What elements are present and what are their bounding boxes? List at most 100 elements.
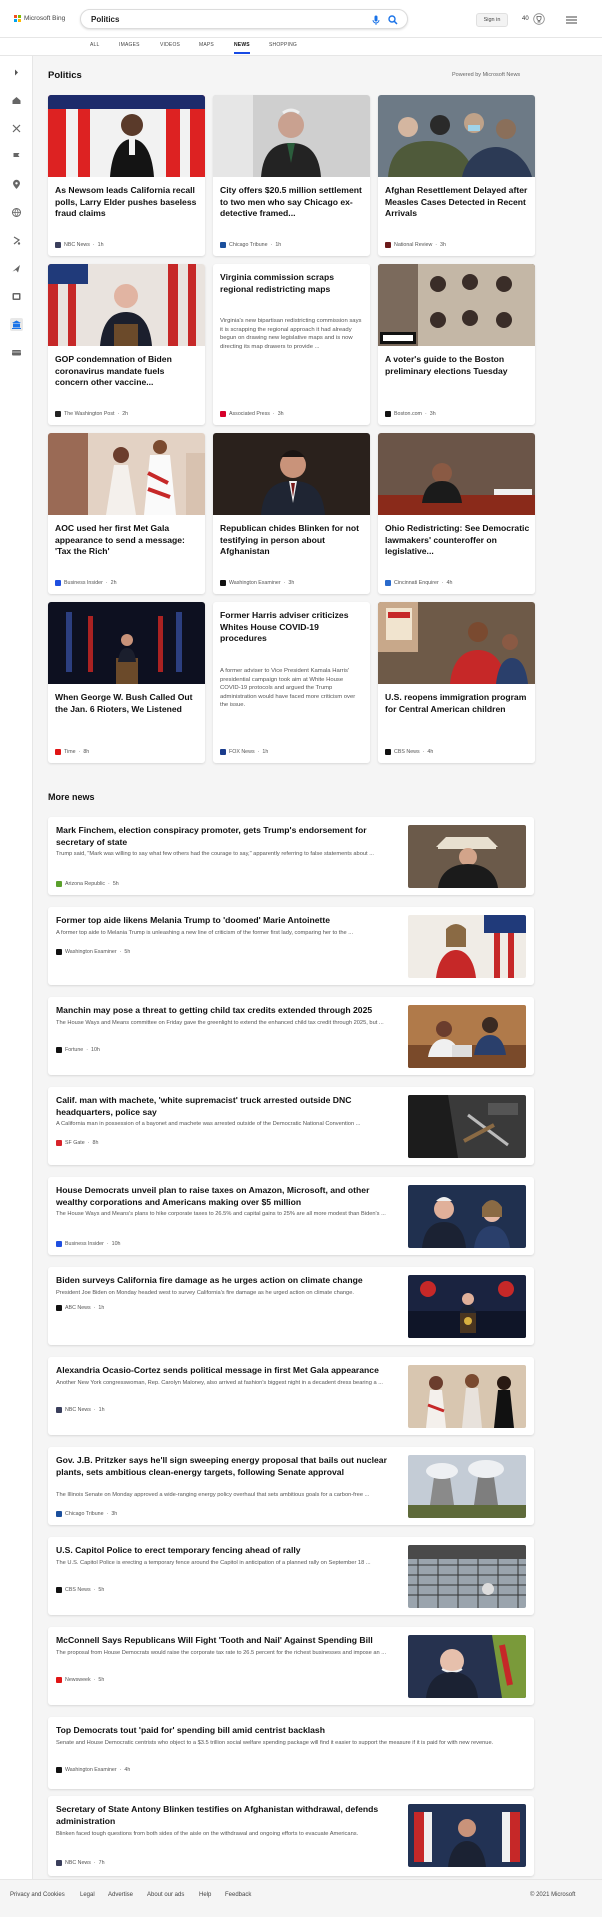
sports-icon[interactable] [10, 122, 23, 135]
row-source: Washington Examiner · 5h [56, 949, 130, 955]
tab-maps[interactable]: MAPS [199, 42, 214, 48]
card-title[interactable]: As Newsom leads California recall polls,… [55, 185, 200, 220]
card-title[interactable]: Republican chides Blinken for not testif… [220, 523, 365, 558]
search-icon[interactable] [388, 15, 398, 25]
news-row[interactable]: House Democrats unveil plan to raise tax… [48, 1177, 534, 1255]
tab-images[interactable]: IMAGES [119, 42, 140, 48]
footer-link-legal[interactable]: Legal [80, 1892, 95, 1898]
news-row[interactable]: Calif. man with machete, 'white supremac… [48, 1087, 534, 1165]
news-row[interactable]: Mark Finchem, election conspiracy promot… [48, 817, 534, 895]
microsoft-logo-icon [14, 15, 21, 22]
cbs-news-icon [385, 749, 391, 755]
row-source: NBC News · 7h [56, 1860, 105, 1866]
tab-videos[interactable]: VIDEOS [160, 42, 180, 48]
collapse-icon[interactable] [10, 66, 23, 79]
card-title[interactable]: Virginia commission scraps regional redi… [220, 272, 365, 295]
rewards-trophy-icon[interactable] [533, 13, 545, 25]
row-title[interactable]: Gov. J.B. Pritzker says he'll sign sweep… [56, 1455, 401, 1478]
news-card[interactable]: Afghan Resettlement Delayed after Measle… [378, 95, 535, 256]
news-row[interactable]: Biden surveys California fire damage as … [48, 1267, 534, 1345]
tab-news[interactable]: NEWS [234, 42, 250, 54]
money-icon[interactable] [10, 234, 23, 247]
row-title[interactable]: Mark Finchem, election conspiracy promot… [56, 825, 401, 848]
card-title[interactable]: Ohio Redistricting: See Democratic lawma… [385, 523, 530, 558]
row-title[interactable]: Calif. man with machete, 'white supremac… [56, 1095, 401, 1118]
row-description: Another New York congresswoman, Rep. Car… [56, 1380, 383, 1386]
row-image-blinken-testifies [408, 1804, 526, 1867]
news-card[interactable]: AOC used her first Met Gala appearance t… [48, 433, 205, 594]
card-source: The Washington Post · 2h [55, 411, 128, 417]
ap-icon [220, 411, 226, 417]
search-box[interactable]: Politics [80, 9, 408, 29]
news-row[interactable]: Top Democrats tout 'paid for' spending b… [48, 1717, 534, 1789]
card-source: Time · 8h [55, 749, 89, 755]
tab-shopping[interactable]: SHOPPING [269, 42, 297, 48]
chicago-tribune-icon [220, 242, 226, 248]
card-title[interactable]: When George W. Bush Called Out the Jan. … [55, 692, 200, 715]
flag-icon[interactable] [10, 150, 23, 163]
card-title[interactable]: A voter's guide to the Boston preliminar… [385, 354, 530, 377]
row-description: The House Ways and Means's plans to hike… [56, 1211, 386, 1217]
rewards-points[interactable]: 40 [522, 16, 529, 22]
row-title[interactable]: Manchin may pose a threat to getting chi… [56, 1005, 401, 1017]
news-image-bush [48, 602, 205, 684]
travel-icon[interactable] [10, 262, 23, 275]
row-image-finchem [408, 825, 526, 888]
row-source: ABC News · 1h [56, 1305, 104, 1311]
news-card[interactable]: Ohio Redistricting: See Democratic lawma… [378, 433, 535, 594]
footer-link-feedback[interactable]: Feedback [225, 1892, 251, 1898]
sign-in-button[interactable]: Sign in [476, 13, 508, 27]
news-row[interactable]: Gov. J.B. Pritzker says he'll sign sweep… [48, 1447, 534, 1525]
footer-link-help[interactable]: Help [199, 1892, 211, 1898]
row-title[interactable]: Former top aide likens Melania Trump to … [56, 915, 401, 927]
footer-link-privacy[interactable]: Privacy and Cookies [10, 1892, 65, 1898]
entertainment-icon[interactable] [10, 290, 23, 303]
card-title[interactable]: U.S. reopens immigration program for Cen… [385, 692, 530, 715]
news-row[interactable]: Manchin may pose a threat to getting chi… [48, 997, 534, 1075]
news-card[interactable]: GOP condemnation of Biden coronavirus ma… [48, 264, 205, 425]
news-row[interactable]: Former top aide likens Melania Trump to … [48, 907, 534, 985]
politics-icon[interactable] [10, 318, 23, 331]
card-description: A former adviser to Vice President Kamal… [220, 668, 356, 709]
globe-icon[interactable] [10, 206, 23, 219]
row-title[interactable]: McConnell Says Republicans Will Fight 'T… [56, 1635, 401, 1647]
news-card[interactable]: Former Harris adviser criticizes Whites … [213, 602, 370, 763]
search-input[interactable]: Politics [91, 15, 119, 24]
card-source: Boston.com · 3h [385, 411, 436, 417]
location-icon[interactable] [10, 178, 23, 191]
news-card[interactable]: Virginia commission scraps regional redi… [213, 264, 370, 425]
news-row[interactable]: McConnell Says Republicans Will Fight 'T… [48, 1627, 534, 1705]
card-title[interactable]: GOP condemnation of Biden coronavirus ma… [55, 354, 200, 389]
news-row[interactable]: Secretary of State Antony Blinken testif… [48, 1796, 534, 1876]
row-title[interactable]: Secretary of State Antony Blinken testif… [56, 1804, 401, 1827]
row-title[interactable]: U.S. Capitol Police to erect temporary f… [56, 1545, 401, 1557]
card-title[interactable]: City offers $20.5 million settlement to … [220, 185, 365, 220]
video-icon[interactable] [10, 346, 23, 359]
section-title: Politics [48, 70, 82, 81]
microphone-icon[interactable] [372, 15, 380, 25]
home-icon[interactable] [10, 94, 23, 107]
card-title[interactable]: Afghan Resettlement Delayed after Measle… [385, 185, 530, 220]
news-card[interactable]: A voter's guide to the Boston preliminar… [378, 264, 535, 425]
tab-all[interactable]: ALL [90, 42, 100, 48]
news-card[interactable]: U.S. reopens immigration program for Cen… [378, 602, 535, 763]
news-card[interactable]: When George W. Bush Called Out the Jan. … [48, 602, 205, 763]
row-title[interactable]: Biden surveys California fire damage as … [56, 1275, 401, 1287]
row-title[interactable]: Alexandria Ocasio-Cortez sends political… [56, 1365, 401, 1377]
news-card[interactable]: City offers $20.5 million settlement to … [213, 95, 370, 256]
news-row[interactable]: U.S. Capitol Police to erect temporary f… [48, 1537, 534, 1615]
card-title[interactable]: AOC used her first Met Gala appearance t… [55, 523, 200, 558]
row-title[interactable]: House Democrats unveil plan to raise tax… [56, 1185, 401, 1208]
news-card[interactable]: As Newsom leads California recall polls,… [48, 95, 205, 256]
bing-logo[interactable]: Microsoft Bing [14, 15, 65, 22]
fox-news-icon [220, 749, 226, 755]
footer-link-advertise[interactable]: Advertise [108, 1892, 133, 1898]
news-card[interactable]: Republican chides Blinken for not testif… [213, 433, 370, 594]
row-title[interactable]: Top Democrats tout 'paid for' spending b… [56, 1725, 401, 1737]
footer-link-about-ads[interactable]: About our ads [147, 1892, 184, 1898]
row-description: The Illinois Senate on Monday approved a… [56, 1492, 370, 1498]
menu-icon[interactable] [566, 16, 577, 24]
card-title[interactable]: Former Harris adviser criticizes Whites … [220, 610, 365, 645]
news-row[interactable]: Alexandria Ocasio-Cortez sends political… [48, 1357, 534, 1435]
cincinnati-enquirer-icon [385, 580, 391, 586]
